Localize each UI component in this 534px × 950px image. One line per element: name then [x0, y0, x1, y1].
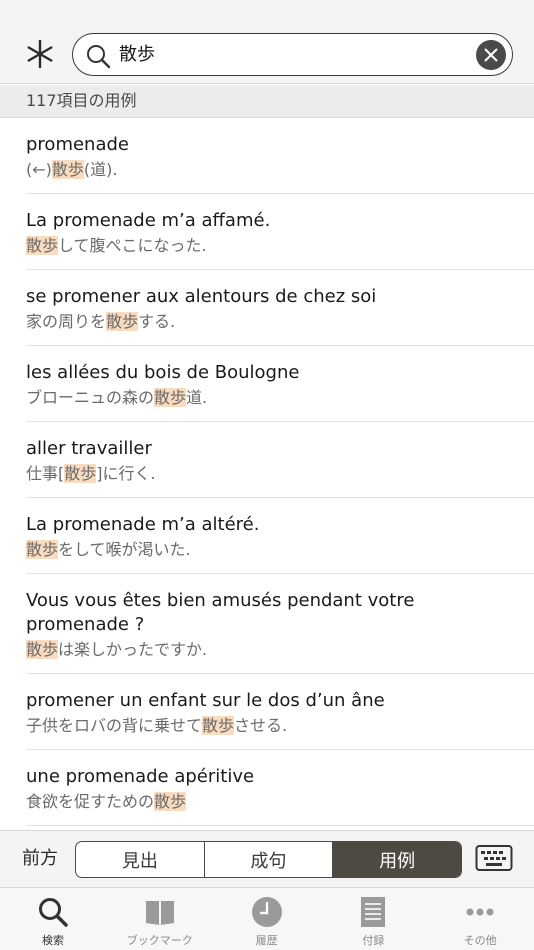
translation-segment: ブローニュの森の	[26, 388, 155, 407]
result-item[interactable]: promenade (←)散歩(道).	[26, 118, 534, 194]
tab-book[interactable]: ブックマーク	[107, 888, 213, 950]
search-input[interactable]: 散歩	[119, 43, 155, 67]
tab-document[interactable]: 付録	[320, 888, 426, 950]
tab-label: 履歴	[255, 934, 278, 947]
result-french-text: se promener aux alentours de chez soi	[26, 286, 377, 307]
result-item[interactable]: les allées du bois de Boulogne ブローニュの森の散歩…	[26, 346, 534, 422]
search-bar: 散歩	[0, 0, 534, 84]
match-highlight: 散歩	[106, 312, 139, 331]
translation-segment: 仕事[	[26, 464, 65, 483]
clear-search-button[interactable]	[476, 40, 506, 70]
translation-segment: 道.	[186, 388, 208, 407]
result-japanese-text: 散歩して腹ぺこになった.	[26, 233, 516, 269]
match-highlight: 散歩	[64, 464, 97, 483]
match-highlight: 散歩	[26, 640, 59, 659]
translation-segment: ]に行く.	[96, 464, 156, 483]
translation-segment: 食欲を促すための	[26, 792, 155, 811]
segment-option-1[interactable]: 見出	[76, 842, 205, 877]
search-mode-segmented-control: 見出 成句 用例	[75, 841, 462, 878]
results-count-header: 117項目の用例	[0, 85, 534, 118]
tab-bar: 検索 ブックマーク 履歴 付録 その他	[0, 887, 534, 950]
result-french-text: Vous vous êtes bien amusés pendant votre…	[26, 590, 415, 635]
book-icon	[144, 896, 176, 928]
search-icon	[87, 45, 111, 69]
result-japanese-text: 散歩をして喉が渇いた.	[26, 537, 516, 573]
tab-label: 検索	[42, 934, 64, 947]
result-french-text: promenade	[26, 134, 129, 155]
result-item[interactable]: une promenade apéritive 食欲を促すための散歩	[26, 750, 534, 826]
match-highlight: 散歩	[26, 236, 59, 255]
translation-segment: して腹ぺこになった.	[58, 236, 207, 255]
result-japanese-text: 食欲を促すための散歩	[26, 789, 516, 825]
translation-segment: は楽しかったですか.	[58, 640, 208, 659]
direction-label[interactable]: 前方	[22, 848, 58, 870]
more-icon	[464, 896, 496, 928]
translation-segment: (道).	[83, 160, 118, 179]
translation-segment: させる.	[234, 716, 288, 735]
document-icon	[357, 896, 389, 928]
search-icon	[37, 896, 69, 928]
result-french-text: promener un enfant sur le dos d’un âne	[26, 690, 385, 711]
search-field[interactable]: 散歩	[72, 33, 513, 76]
result-japanese-text: 家の周りを散歩する.	[26, 309, 516, 345]
result-item[interactable]: La promenade m’a affamé. 散歩して腹ぺこになった.	[26, 194, 534, 270]
result-japanese-text: (←)散歩(道).	[26, 157, 516, 193]
translation-segment: 子供をロバの背に乗せて	[26, 716, 203, 735]
match-highlight: 散歩	[26, 540, 59, 559]
result-french-text: La promenade m’a affamé.	[26, 210, 271, 231]
result-item[interactable]: Vous vous êtes bien amusés pendant votre…	[26, 574, 534, 674]
segment-option-2[interactable]: 成句	[205, 842, 334, 877]
result-french-text: une promenade apéritive	[26, 766, 255, 787]
tab-label: その他	[463, 934, 497, 947]
close-icon	[484, 48, 498, 62]
tab-label: ブックマーク	[126, 934, 193, 947]
result-japanese-text: 子供をロバの背に乗せて散歩させる.	[26, 713, 516, 749]
result-item[interactable]: promener un enfant sur le dos d’un âne 子供…	[26, 674, 534, 750]
result-item[interactable]: aller travailler 仕事[散歩]に行く.	[26, 422, 534, 498]
translation-segment: をして喉が渇いた.	[58, 540, 191, 559]
translation-segment: する.	[138, 312, 176, 331]
tab-more[interactable]: その他	[427, 888, 533, 950]
match-highlight: 散歩	[154, 388, 187, 407]
result-item[interactable]: se promener aux alentours de chez soi 家の周…	[26, 270, 534, 346]
result-japanese-text: ブローニュの森の散歩道.	[26, 385, 516, 421]
search-mode-bar: 前方 見出 成句 用例	[0, 830, 534, 887]
result-french-text: les allées du bois de Boulogne	[26, 362, 300, 383]
result-japanese-text: 仕事[散歩]に行く.	[26, 461, 516, 497]
result-french-text: La promenade m’a altéré.	[26, 514, 260, 535]
tab-search[interactable]: 検索	[0, 888, 106, 950]
translation-segment: (←)	[26, 160, 52, 179]
results-count: 117項目の用例	[26, 91, 137, 110]
asterisk-icon[interactable]	[24, 38, 56, 70]
keyboard-icon[interactable]	[475, 843, 513, 875]
results-list[interactable]: promenade (←)散歩(道). La promenade m’a affam…	[0, 118, 534, 830]
tab-clock[interactable]: 履歴	[214, 888, 320, 950]
result-french-text: aller travailler	[26, 438, 152, 459]
translation-segment: 家の周りを	[26, 312, 107, 331]
match-highlight: 散歩	[202, 716, 235, 735]
result-japanese-text: 散歩は楽しかったですか.	[26, 637, 516, 673]
match-highlight: 散歩	[154, 792, 187, 811]
match-highlight: 散歩	[51, 160, 84, 179]
tab-label: 付録	[362, 934, 385, 947]
clock-icon	[251, 896, 283, 928]
result-item[interactable]: La promenade m’a altéré. 散歩をして喉が渇いた.	[26, 498, 534, 574]
segment-option-3[interactable]: 用例	[333, 842, 461, 877]
